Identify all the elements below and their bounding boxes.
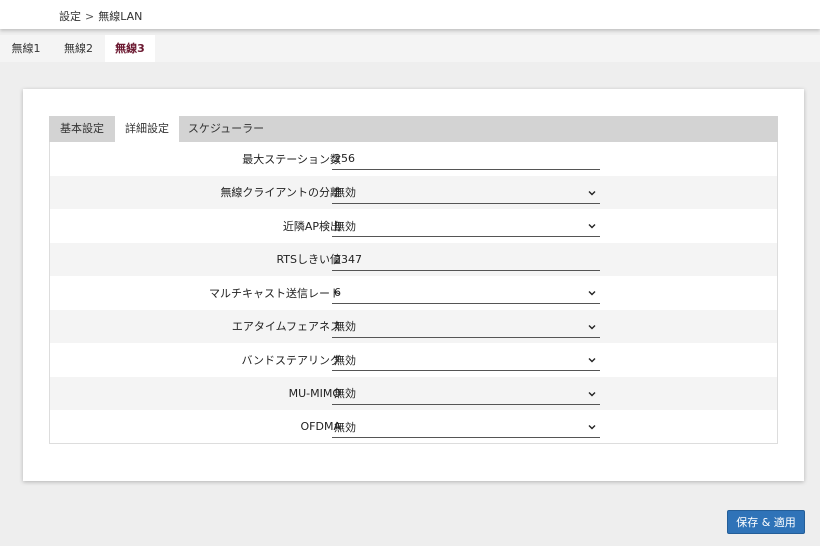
- settings-card: 基本設定 詳細設定 スケジューラー 最大ステーション数 256 無線クライアント…: [23, 89, 804, 481]
- advanced-settings-form: 最大ステーション数 256 無線クライアントの分離 無効 近隣AP検出 無効 R…: [49, 142, 778, 444]
- row-ofdma: OFDMA 無効: [50, 410, 777, 444]
- neighbor-ap-select[interactable]: 無効: [332, 215, 600, 237]
- top-bar: 設定 > 無線LAN: [0, 0, 820, 29]
- ofdma-value: 無効: [334, 420, 356, 434]
- airtime-fairness-label: エアタイムフェアネス: [231, 320, 341, 334]
- band-steering-select[interactable]: 無効: [332, 349, 600, 371]
- tab-wireless-3[interactable]: 無線3: [105, 35, 155, 62]
- row-neighbor-ap: 近隣AP検出 無効: [50, 209, 777, 243]
- max-stations-label: 最大ステーション数: [242, 152, 341, 166]
- multicast-rate-label: マルチキャスト送信レート: [209, 286, 341, 300]
- max-stations-input[interactable]: 256: [332, 148, 600, 170]
- airtime-fairness-select[interactable]: 無効: [332, 316, 600, 338]
- airtime-fairness-value: 無効: [334, 320, 356, 333]
- mu-mimo-select[interactable]: 無効: [332, 383, 600, 405]
- breadcrumb-separator: >: [85, 10, 95, 23]
- chevron-down-icon: [588, 358, 596, 363]
- chevron-down-icon: [588, 190, 596, 195]
- chevron-down-icon: [588, 224, 596, 229]
- tab-basic-settings[interactable]: 基本設定: [49, 116, 115, 142]
- tab-scheduler[interactable]: スケジューラー: [179, 116, 273, 142]
- tab-wireless-2[interactable]: 無線2: [52, 35, 105, 62]
- wireless-tab-bar: 無線1 無線2 無線3: [0, 35, 820, 62]
- band-steering-value: 無効: [334, 353, 356, 367]
- tab-wireless-1[interactable]: 無線1: [0, 35, 52, 62]
- tab-advanced-settings[interactable]: 詳細設定: [115, 116, 179, 142]
- breadcrumb: 設定 > 無線LAN: [59, 8, 142, 24]
- ofdma-select[interactable]: 無効: [332, 416, 600, 438]
- row-client-isolation: 無線クライアントの分離 無効: [50, 175, 777, 209]
- chevron-down-icon: [588, 391, 596, 396]
- client-isolation-select[interactable]: 無効: [332, 182, 600, 204]
- multicast-rate-select[interactable]: 6: [332, 282, 600, 304]
- row-multicast-rate: マルチキャスト送信レート 6: [50, 276, 777, 310]
- save-apply-button[interactable]: 保存 & 適用: [727, 510, 805, 534]
- row-airtime-fairness: エアタイムフェアネス 無効: [50, 309, 777, 343]
- row-rts-threshold: RTSしきい値 2347: [50, 242, 777, 276]
- breadcrumb-current: 無線LAN: [98, 10, 143, 23]
- chevron-down-icon: [588, 291, 596, 296]
- multicast-rate-value: 6: [334, 286, 341, 299]
- band-steering-label: バンドステアリング: [241, 353, 341, 367]
- client-isolation-value: 無効: [334, 186, 356, 199]
- neighbor-ap-value: 無効: [334, 219, 356, 233]
- row-band-steering: バンドステアリング 無効: [50, 343, 777, 377]
- settings-tab-bar: 基本設定 詳細設定 スケジューラー: [49, 116, 778, 142]
- mu-mimo-value: 無効: [334, 387, 356, 400]
- breadcrumb-parent[interactable]: 設定: [59, 10, 81, 23]
- row-mu-mimo: MU-MIMO 無効: [50, 376, 777, 410]
- client-isolation-label: 無線クライアントの分離: [220, 186, 341, 200]
- row-max-stations: 最大ステーション数 256: [50, 142, 777, 176]
- rts-threshold-input[interactable]: 2347: [332, 249, 600, 271]
- chevron-down-icon: [588, 425, 596, 430]
- chevron-down-icon: [588, 324, 596, 329]
